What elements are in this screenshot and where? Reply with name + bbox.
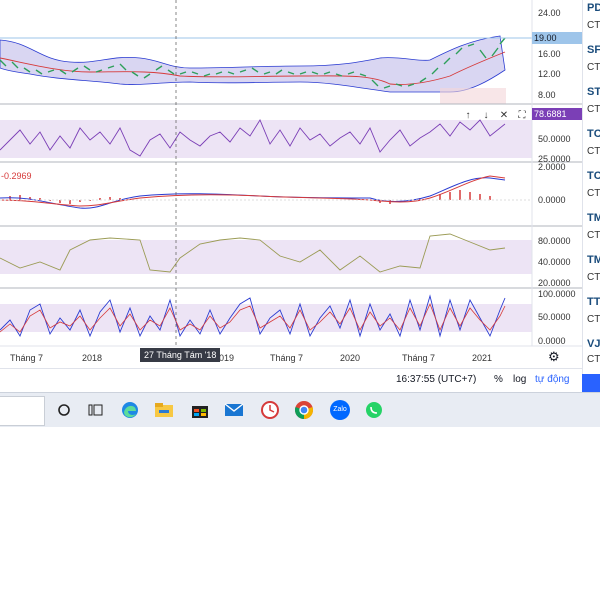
rsi-pane[interactable] bbox=[0, 119, 532, 158]
search-circle-icon[interactable] bbox=[50, 396, 78, 424]
stochastic-tick: 0.0000 bbox=[538, 336, 566, 346]
watchlist-symbol[interactable]: TC bbox=[587, 170, 600, 182]
macd-line bbox=[0, 177, 506, 209]
time-label: Tháng 7 bbox=[10, 353, 43, 363]
bollinger-band-fill bbox=[0, 35, 506, 93]
zalo-label: Zalo bbox=[330, 400, 350, 420]
watchlist-symbol[interactable]: ST bbox=[587, 86, 600, 98]
rsi-tick: 50.0000 bbox=[538, 134, 571, 144]
maximize-pane-button[interactable]: ⛶ bbox=[516, 110, 528, 122]
watchlist-sub: CT bbox=[587, 104, 600, 115]
chrome-icon[interactable] bbox=[290, 396, 318, 424]
price-tick: 16.00 bbox=[538, 49, 561, 59]
task-view-icon[interactable] bbox=[82, 396, 110, 424]
watchlist-symbol[interactable]: PD bbox=[587, 2, 600, 14]
time-label: Tháng 7 bbox=[270, 353, 303, 363]
oscillator-tick: 80.0000 bbox=[538, 236, 571, 246]
macd-histogram bbox=[9, 190, 491, 204]
time-label: Tháng 7 bbox=[402, 353, 435, 363]
watchlist-symbol[interactable]: TT bbox=[587, 296, 600, 308]
stochastic-pane[interactable] bbox=[0, 294, 532, 338]
price-tick: 8.00 bbox=[538, 90, 556, 100]
last-price-label: 19.00 bbox=[532, 32, 582, 44]
price-tick: 12.00 bbox=[538, 69, 561, 79]
edge-icon[interactable] bbox=[116, 396, 144, 424]
watchlist-symbol[interactable]: VJ bbox=[587, 338, 600, 350]
watchlist-symbol[interactable]: SF bbox=[587, 44, 600, 56]
macd-tick: 0.0000 bbox=[538, 195, 566, 205]
time-label: 2020 bbox=[340, 353, 360, 363]
whatsapp-icon[interactable] bbox=[360, 396, 388, 424]
mail-icon[interactable] bbox=[220, 396, 248, 424]
oscillator-tick: 40.0000 bbox=[538, 257, 571, 267]
rsi-last-label: 78.6881 bbox=[532, 108, 582, 120]
watchlist-sub: CT bbox=[587, 20, 600, 31]
chart-bottom-bar: 16:37:55 (UTC+7) % log tự động bbox=[0, 368, 582, 392]
move-pane-up-button[interactable]: ↑ bbox=[462, 110, 474, 122]
macd-value: -0.2969 bbox=[1, 171, 32, 181]
volume-bars bbox=[440, 88, 506, 104]
log-toggle[interactable]: log bbox=[513, 374, 526, 385]
watchlist-symbol[interactable]: TM bbox=[587, 254, 600, 266]
settings-gear-icon[interactable]: ⚙ bbox=[548, 349, 560, 365]
clock-label[interactable]: 16:37:55 (UTC+7) bbox=[396, 374, 476, 385]
oscillator-pane[interactable] bbox=[0, 233, 532, 274]
price-pane[interactable] bbox=[0, 35, 532, 104]
taskbar-search-box[interactable] bbox=[0, 396, 45, 426]
watchlist-symbol[interactable]: TM bbox=[587, 212, 600, 224]
macd-tick: 2.0000 bbox=[538, 162, 566, 172]
stochastic-band bbox=[0, 304, 532, 332]
chart-area[interactable]: 24.00 16.00 12.00 8.00 50.0000 25.0000 2… bbox=[0, 0, 582, 392]
time-label: 2021 bbox=[472, 353, 492, 363]
percent-toggle[interactable]: % bbox=[494, 374, 503, 385]
move-pane-down-button[interactable]: ↓ bbox=[480, 110, 492, 122]
watchlist-sub: CT bbox=[587, 146, 600, 157]
watchlist-sub: CT bbox=[587, 272, 600, 283]
clock-app-icon[interactable] bbox=[256, 396, 284, 424]
stochastic-tick: 100.0000 bbox=[538, 289, 576, 299]
charts-canvas[interactable]: 24.00 16.00 12.00 8.00 50.0000 25.0000 2… bbox=[0, 0, 582, 392]
watchlist-sub: CT bbox=[587, 230, 600, 241]
windows-taskbar: Zalo bbox=[0, 392, 600, 427]
store-icon[interactable] bbox=[186, 396, 214, 424]
auto-toggle[interactable]: tự động bbox=[535, 374, 570, 385]
watchlist-panel[interactable]: PD CT SF CT ST CT TC CT TC CT TM CT TM C… bbox=[582, 0, 600, 392]
zalo-icon[interactable]: Zalo bbox=[326, 396, 354, 424]
watchlist-sub: CT bbox=[587, 62, 600, 73]
oscillator-tick: 20.0000 bbox=[538, 278, 571, 288]
watchlist-sub: CT bbox=[587, 188, 600, 199]
watchlist-accent bbox=[582, 374, 600, 392]
rsi-band bbox=[0, 120, 532, 158]
time-label: 2018 bbox=[82, 353, 102, 363]
watchlist-symbol[interactable]: TC bbox=[587, 128, 600, 140]
crosshair-date-tooltip: 27 Tháng Tám '18 bbox=[140, 348, 221, 362]
price-tick: 24.00 bbox=[538, 8, 561, 18]
close-pane-button[interactable]: ✕ bbox=[498, 110, 510, 122]
signal-line bbox=[0, 175, 506, 207]
stochastic-tick: 50.0000 bbox=[538, 312, 571, 322]
macd-pane[interactable] bbox=[0, 175, 532, 209]
watchlist-sub: CT bbox=[587, 354, 600, 365]
file-explorer-icon[interactable] bbox=[150, 396, 178, 424]
watchlist-sub: CT bbox=[587, 314, 600, 325]
